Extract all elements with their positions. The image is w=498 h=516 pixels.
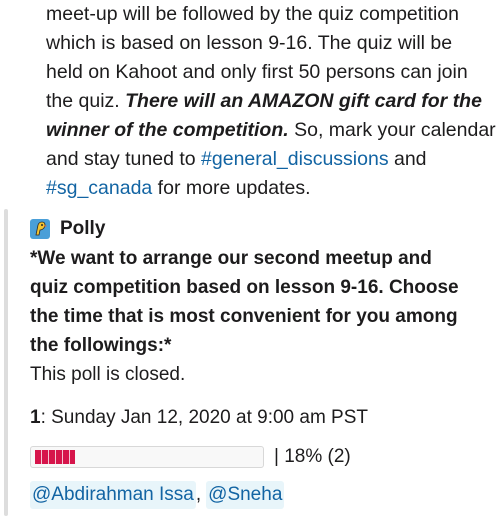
message-text: held on Kahoot and only first 50 persons… — [46, 61, 468, 83]
poll-voters: @Abdirahman Issa , @Sneha — [30, 481, 496, 509]
poll-question-line: the time that is most convenient for you… — [30, 306, 458, 327]
poll-question-line: the followings:* — [30, 335, 172, 356]
poll-content: Polly *We want to arrange our second mee… — [30, 215, 496, 509]
poll-option-result: | 18% (2) — [30, 445, 496, 469]
message-text: for more updates. — [152, 177, 311, 199]
message-text: which is based on lesson 9-16. The quiz … — [46, 32, 453, 54]
channel-link-general-discussions[interactable]: #general_discussions — [201, 148, 389, 170]
poll-result-bar-fill — [35, 450, 75, 464]
message-line: which is based on lesson 9-16. The quiz … — [46, 29, 496, 58]
message-line: #sg_canada for more updates. — [46, 174, 496, 203]
poll-question-line: *We want to arrange our second meetup an… — [30, 248, 432, 269]
message-text: So, mark your calendar — [288, 119, 496, 141]
polly-parrot-icon[interactable] — [30, 219, 50, 239]
poll-option-number: 1 — [30, 407, 41, 428]
attachment-bar — [4, 209, 8, 516]
message-line: winner of the competition. So, mark your… — [46, 116, 496, 145]
poll-question: *We want to arrange our second meetup an… — [30, 244, 496, 360]
poll-attachment: Polly *We want to arrange our second mee… — [0, 209, 498, 516]
poll-author-row: Polly — [30, 215, 496, 243]
emphasis-text: There will an AMAZON gift card for the — [125, 90, 482, 112]
user-mention[interactable]: @Sneha — [206, 481, 285, 509]
message-line: held on Kahoot and only first 50 persons… — [46, 58, 496, 87]
message-text: and — [388, 148, 427, 170]
poll-result-text: | 18% (2) — [274, 446, 351, 467]
poll-option: 1: Sunday Jan 12, 2020 at 9:00 am PST — [30, 403, 496, 432]
emphasis-text: winner of the competition. — [46, 119, 289, 141]
poll-option-label: : Sunday Jan 12, 2020 at 9:00 am PST — [40, 407, 369, 428]
poll-status: This poll is closed. — [30, 364, 186, 385]
message-text: the quiz. — [46, 90, 126, 112]
voter-separator: , — [195, 484, 202, 505]
poll-result-bar — [30, 446, 264, 468]
message-line: and stay tuned to #general_discussions a… — [46, 145, 496, 174]
channel-link-sg-canada[interactable]: #sg_canada — [46, 177, 152, 199]
message-text: and stay tuned to — [46, 148, 202, 170]
message-line: the quiz. There will an AMAZON gift card… — [46, 87, 496, 116]
poll-author-name[interactable]: Polly — [60, 218, 105, 240]
poll-question-line: quiz competition based on lesson 9-16. C… — [30, 277, 459, 298]
user-mention[interactable]: @Abdirahman Issa — [30, 481, 196, 509]
message-body: meet-up will be followed by the quiz com… — [46, 0, 496, 203]
message-line: meet-up will be followed by the quiz com… — [46, 0, 496, 29]
message-text: meet-up will be followed by the quiz com… — [46, 3, 459, 25]
